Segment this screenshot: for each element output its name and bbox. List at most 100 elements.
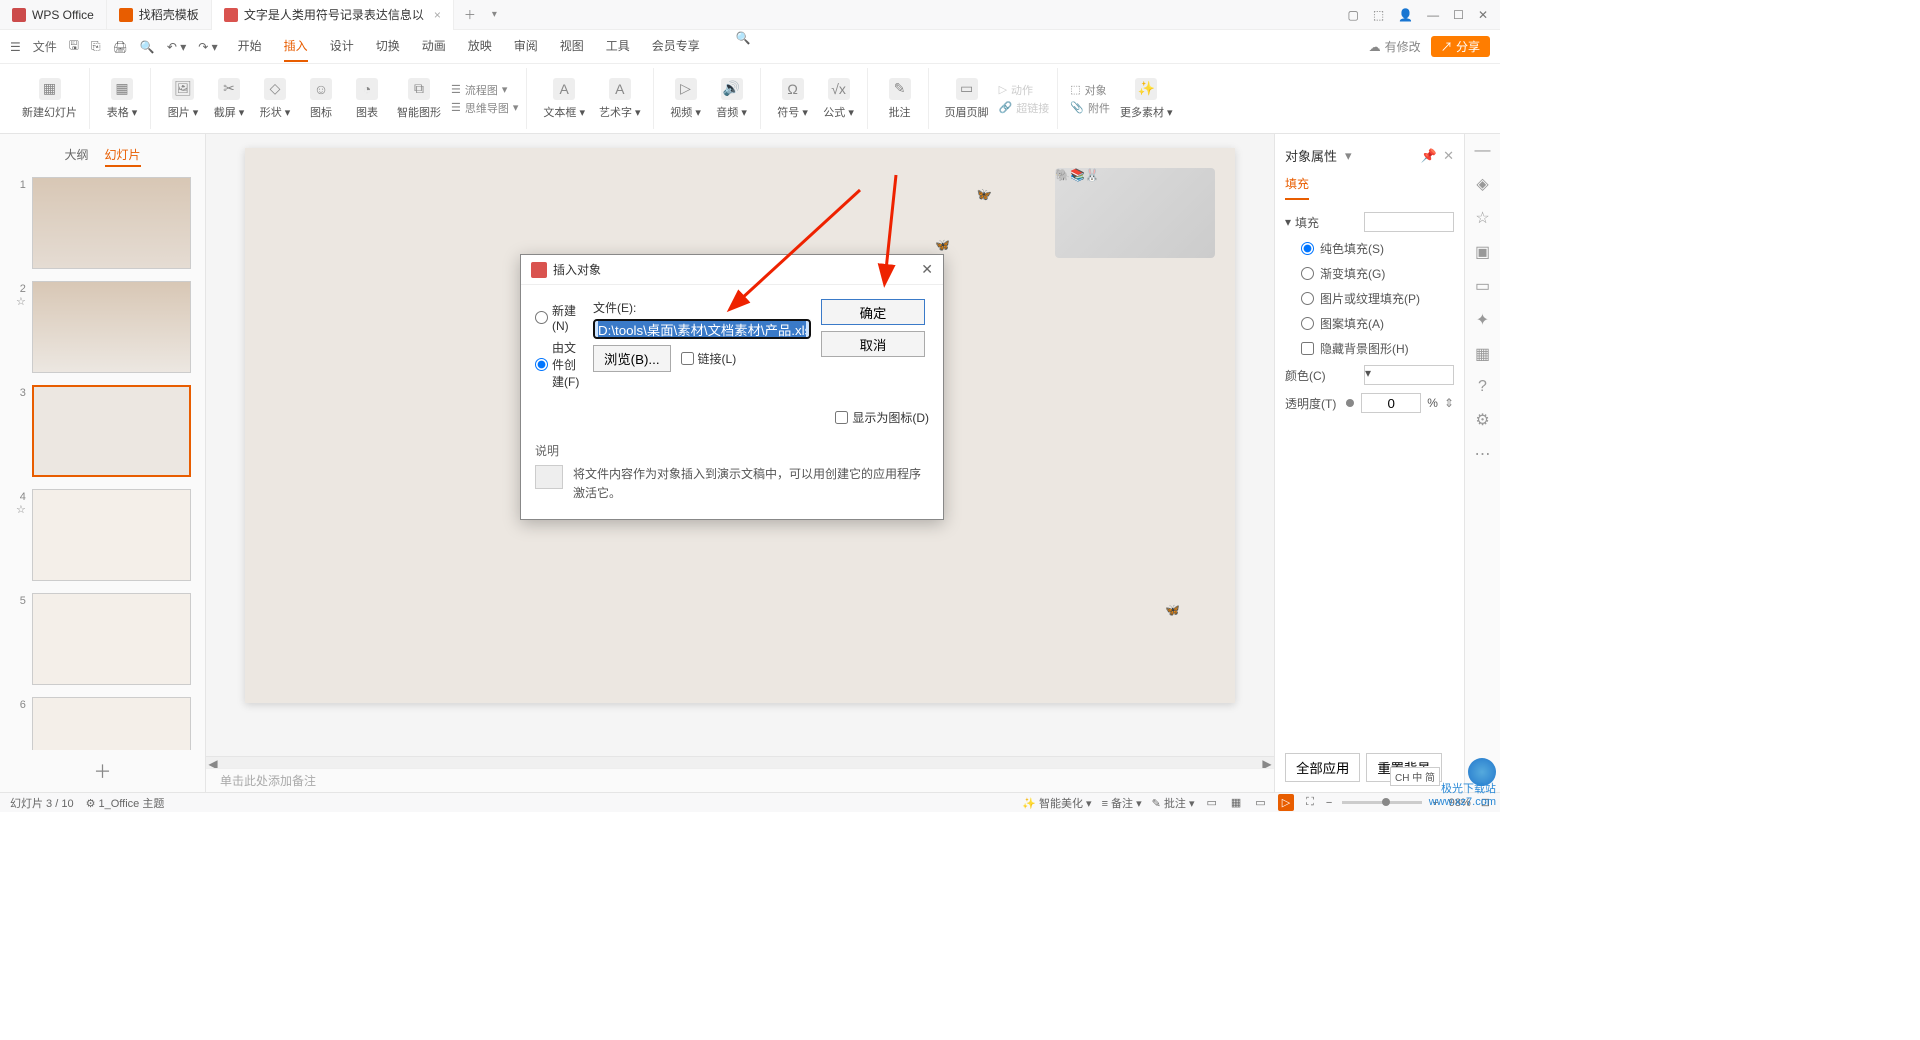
apply-all-button[interactable]: 全部应用 xyxy=(1285,753,1360,782)
slide-thumb-3[interactable] xyxy=(32,385,191,477)
flowchart-button[interactable]: ☰ 流程图 ▾ xyxy=(451,82,518,98)
scroll-left-icon[interactable]: ◀ xyxy=(206,757,220,768)
stepper-icon[interactable]: ⇕ xyxy=(1444,396,1454,410)
share-button[interactable]: ↗ 分享 xyxy=(1431,36,1490,57)
redo-icon[interactable]: ↷ ▾ xyxy=(198,40,217,54)
horizontal-scrollbar[interactable]: ◀ ▶ xyxy=(206,756,1274,768)
pin-icon[interactable]: 📌 xyxy=(1421,148,1437,164)
hide-bg-checkbox[interactable]: 隐藏背景图形(H) xyxy=(1285,336,1454,361)
mindmap-button[interactable]: ☰ 思维导图 ▾ xyxy=(451,100,518,116)
tab-design[interactable]: 设计 xyxy=(330,31,354,62)
help-icon[interactable]: ? xyxy=(1478,378,1487,396)
undo-icon[interactable]: ↶ ▾ xyxy=(167,40,186,54)
view-sorter-icon[interactable]: ▦ xyxy=(1229,796,1243,809)
tab-review[interactable]: 审阅 xyxy=(514,31,538,62)
app-menu-button[interactable]: ☰ xyxy=(10,40,21,54)
print-preview-icon[interactable]: 🔍 xyxy=(140,40,155,54)
tab-transition[interactable]: 切换 xyxy=(376,31,400,62)
tab-animation[interactable]: 动画 xyxy=(422,31,446,62)
save-icon[interactable]: 🖫 xyxy=(69,36,79,57)
export-icon[interactable]: ⎘ xyxy=(91,39,101,54)
ok-button[interactable]: 确定 xyxy=(821,299,925,325)
slide-bg-fill-radio[interactable]: 图案填充(A) xyxy=(1285,311,1454,336)
search-icon[interactable]: 🔍 xyxy=(736,31,751,62)
tab-document[interactable]: 文字是人类用符号记录表达信息以 × xyxy=(212,0,454,30)
solid-fill-radio[interactable]: 纯色填充(S) xyxy=(1285,236,1454,261)
theme-label[interactable]: ⚙ 1_Office 主题 xyxy=(86,795,165,811)
file-menu[interactable]: 文件 xyxy=(33,38,57,55)
tab-list-dropdown[interactable]: ▾ xyxy=(486,9,503,20)
close-tab-icon[interactable]: × xyxy=(434,8,441,22)
comment-button[interactable]: ✎批注 xyxy=(880,74,920,124)
maximize-button[interactable]: ☐ xyxy=(1453,8,1464,22)
comments-toggle[interactable]: ✎ 批注 ▾ xyxy=(1152,795,1195,811)
picture-button[interactable]: 🖼图片 ▾ xyxy=(163,74,203,124)
new-slide-button[interactable]: ▦新建幻灯片 xyxy=(18,74,81,124)
cancel-button[interactable]: 取消 xyxy=(821,331,925,357)
slide-thumb-6[interactable] xyxy=(32,697,191,750)
header-footer-button[interactable]: ▭页眉页脚 xyxy=(941,74,993,124)
new-radio[interactable]: 新建(N) xyxy=(535,299,583,336)
audio-button[interactable]: 🔊音频 ▾ xyxy=(712,74,752,124)
panel-header[interactable]: 对象属性▾📌✕ xyxy=(1285,142,1454,169)
link-checkbox[interactable]: 链接(L) xyxy=(681,350,737,367)
fill-section-header[interactable]: ▾ 填充 xyxy=(1285,208,1454,236)
view-slideshow-icon[interactable]: ▷ xyxy=(1278,794,1294,811)
tab-slideshow[interactable]: 放映 xyxy=(468,31,492,62)
view-present-icon[interactable]: ⛶ xyxy=(1304,796,1316,809)
sparkle-icon[interactable]: ✦ xyxy=(1476,310,1489,330)
opacity-input[interactable] xyxy=(1361,393,1421,413)
tab-start[interactable]: 开始 xyxy=(238,31,262,62)
settings-icon[interactable]: ⚙ xyxy=(1475,410,1489,430)
tab-tools[interactable]: 工具 xyxy=(606,31,630,62)
close-window-button[interactable]: ✕ xyxy=(1478,8,1488,22)
attachment-button[interactable]: 📎 附件 xyxy=(1070,100,1110,116)
fill-preset-select[interactable] xyxy=(1364,212,1454,232)
pattern-fill-radio[interactable]: 图片或纹理填充(P) xyxy=(1285,286,1454,311)
video-button[interactable]: ▷视频 ▾ xyxy=(666,74,706,124)
close-panel-icon[interactable]: ✕ xyxy=(1443,148,1454,164)
new-tab-button[interactable]: ＋ xyxy=(454,6,486,23)
file-path-input[interactable] xyxy=(593,319,811,339)
minimize-button[interactable]: — xyxy=(1427,8,1439,22)
color-picker[interactable]: ▾ xyxy=(1364,365,1454,385)
opacity-slider[interactable] xyxy=(1346,402,1351,405)
scroll-right-icon[interactable]: ▶ xyxy=(1260,757,1274,768)
modify-status[interactable]: ☁有修改 xyxy=(1369,38,1421,55)
show-as-icon-checkbox[interactable]: 显示为图标(D) xyxy=(835,409,929,426)
print-icon[interactable]: 🖨 xyxy=(113,40,128,54)
layers-icon[interactable]: ▭ xyxy=(1475,276,1490,296)
more-icon[interactable]: ⋯ xyxy=(1475,444,1491,464)
tab-vip[interactable]: 会员专享 xyxy=(652,31,700,62)
object-button[interactable]: ⬚ 对象 xyxy=(1070,82,1110,98)
dialog-close-button[interactable]: ✕ xyxy=(921,261,933,278)
media-icon[interactable]: ▦ xyxy=(1475,344,1490,364)
tab-wps-home[interactable]: WPS Office xyxy=(0,0,107,30)
hyperlink-button[interactable]: 🔗 超链接 xyxy=(999,100,1050,116)
avatar-icon[interactable]: 👤 xyxy=(1398,8,1413,22)
chart-button[interactable]: ◔图表 xyxy=(347,74,387,124)
shapes-button[interactable]: ◇形状 ▾ xyxy=(255,74,295,124)
gradient-fill-radio[interactable]: 渐变填充(G) xyxy=(1285,261,1454,286)
equation-button[interactable]: √x公式 ▾ xyxy=(819,74,859,124)
table-button[interactable]: ▦表格 ▾ xyxy=(102,74,142,124)
smart-beautify-button[interactable]: ✨ 智能美化 ▾ xyxy=(1022,795,1091,811)
slide-thumb-5[interactable] xyxy=(32,593,191,685)
outline-tab[interactable]: 大纲 xyxy=(64,144,88,167)
slide-thumb-1[interactable] xyxy=(32,177,191,269)
slides-tab[interactable]: 幻灯片 xyxy=(105,144,141,167)
screenshot-button[interactable]: ✂截屏 ▾ xyxy=(209,74,249,124)
tab-view[interactable]: 视图 xyxy=(560,31,584,62)
action-button[interactable]: ▷ 动作 xyxy=(999,82,1050,98)
icons-button[interactable]: ☺图标 xyxy=(301,74,341,124)
slide-thumb-2[interactable] xyxy=(32,281,191,373)
tab-insert[interactable]: 插入 xyxy=(284,31,308,62)
tab-template[interactable]: 找稻壳模板 xyxy=(107,0,212,30)
star-icon[interactable]: ☆ xyxy=(1475,208,1489,228)
notes-toggle[interactable]: ≡ 备注 ▾ xyxy=(1102,795,1142,811)
from-file-radio[interactable]: 由文件创建(F) xyxy=(535,336,583,393)
zoom-out-button[interactable]: − xyxy=(1326,797,1332,809)
thumbnail-list[interactable]: 1 2☆ 3 4☆ 5 6 xyxy=(0,173,205,750)
browse-button[interactable]: 浏览(B)... xyxy=(593,345,671,372)
view-normal-icon[interactable]: ▭ xyxy=(1204,796,1218,809)
